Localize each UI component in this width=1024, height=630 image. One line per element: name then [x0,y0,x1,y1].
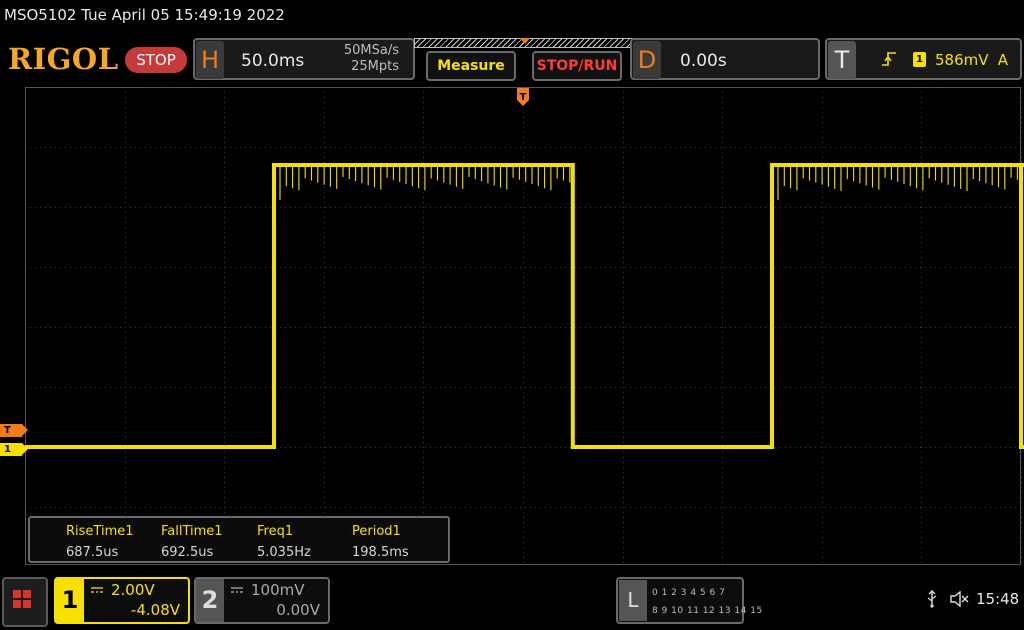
usb-icon [927,590,937,608]
measurement-value: 687.5us [66,545,119,560]
trigger-mode: A [997,51,1008,69]
waveform-grid[interactable] [25,87,1024,565]
channel1-number: 1 [56,579,84,622]
home-grid-icon [13,600,21,608]
digital-channels-row: 8 9 10 11 12 13 14 15 [652,606,763,616]
measurement-value: 5.035Hz [257,545,311,560]
channel1-panel[interactable]: 1 2.00V -4.08V [54,577,190,624]
stop-run-button[interactable]: STOP/RUN [532,51,622,81]
top-toolbar: RIGOL STOP H 50.0ms 50MSa/s 25Mpts Measu… [0,36,1024,82]
device-title: MSO5102 Tue April 05 15:49:19 2022 [4,6,285,24]
logic-analyzer-letter: L [619,580,647,621]
dc-coupling-icon [231,587,243,593]
memory-marker-icon [520,38,530,44]
channel1-scale: 2.00V [111,581,155,599]
measurement-label: Period1 [352,524,401,539]
trigger-panel[interactable]: T 1 586mV A [825,38,1022,80]
speaker-muted-icon[interactable] [950,591,970,607]
logic-analyzer-panel[interactable]: L 0 1 2 3 4 5 6 7 8 9 10 11 12 13 14 15 [616,577,762,624]
delay-value: 0.00s [680,51,727,71]
delay-letter: D [633,41,661,79]
channel2-offset: 0.00V [276,601,320,619]
home-grid-icon [23,600,31,608]
measurement-value: 198.5ms [352,545,409,560]
trigger-letter: T [828,41,856,79]
channel1-offset: -4.08V [130,601,180,619]
trigger-level-marker[interactable]: T [0,424,28,437]
sample-rate: 50MSa/s [343,43,399,58]
home-grid-icon [13,590,21,598]
channel1-waveform [25,163,1024,449]
measurement-label: FallTime1 [161,524,223,539]
graticule [25,87,1024,565]
measurement-value: 692.5us [161,545,214,560]
channel2-panel[interactable]: 2 100mV 0.00V [194,577,330,624]
horizontal-letter: H [196,41,224,79]
trigger-level: 586mV [935,51,989,69]
dc-coupling-icon [91,587,103,593]
memory-depth: 25Mpts [351,59,399,74]
delay-panel[interactable]: D 0.00s [630,38,820,80]
timebase-value: 50.0ms [241,51,305,71]
home-grid-icon [23,590,31,598]
trigger-position-label: T [520,92,527,103]
run-state-badge[interactable]: STOP [125,47,187,73]
bottom-toolbar: 1 2.00V -4.08V 2 100mV 0.00V L 0 1 2 3 4… [0,572,1024,630]
title-bar: MSO5102 Tue April 05 15:49:19 2022 [0,0,1024,32]
measure-button[interactable]: Measure [426,51,516,81]
channel2-scale: 100mV [251,581,305,599]
measurement-label: RiseTime1 [66,524,134,539]
home-menu-button[interactable] [2,577,48,627]
channel1-offset-marker[interactable]: 1 [0,443,28,456]
measurement-panel[interactable]: RiseTime1 FallTime1 Freq1 Period1 687.5u… [28,516,450,563]
measurement-label: Freq1 [257,524,294,539]
memory-position-bar [414,38,636,50]
brand-logo: RIGOL [8,42,119,76]
trigger-position-icon[interactable]: T [516,87,530,107]
trigger-source: 1 [913,52,926,67]
clock: 15:48 [976,590,1020,608]
digital-channels-row: 0 1 2 3 4 5 6 7 [652,588,726,598]
rising-edge-icon [882,52,896,66]
channel2-number: 2 [196,579,224,622]
horizontal-panel[interactable]: H 50.0ms 50MSa/s 25Mpts [193,38,415,80]
acquisition-info: 50MSa/s 25Mpts [344,43,399,75]
